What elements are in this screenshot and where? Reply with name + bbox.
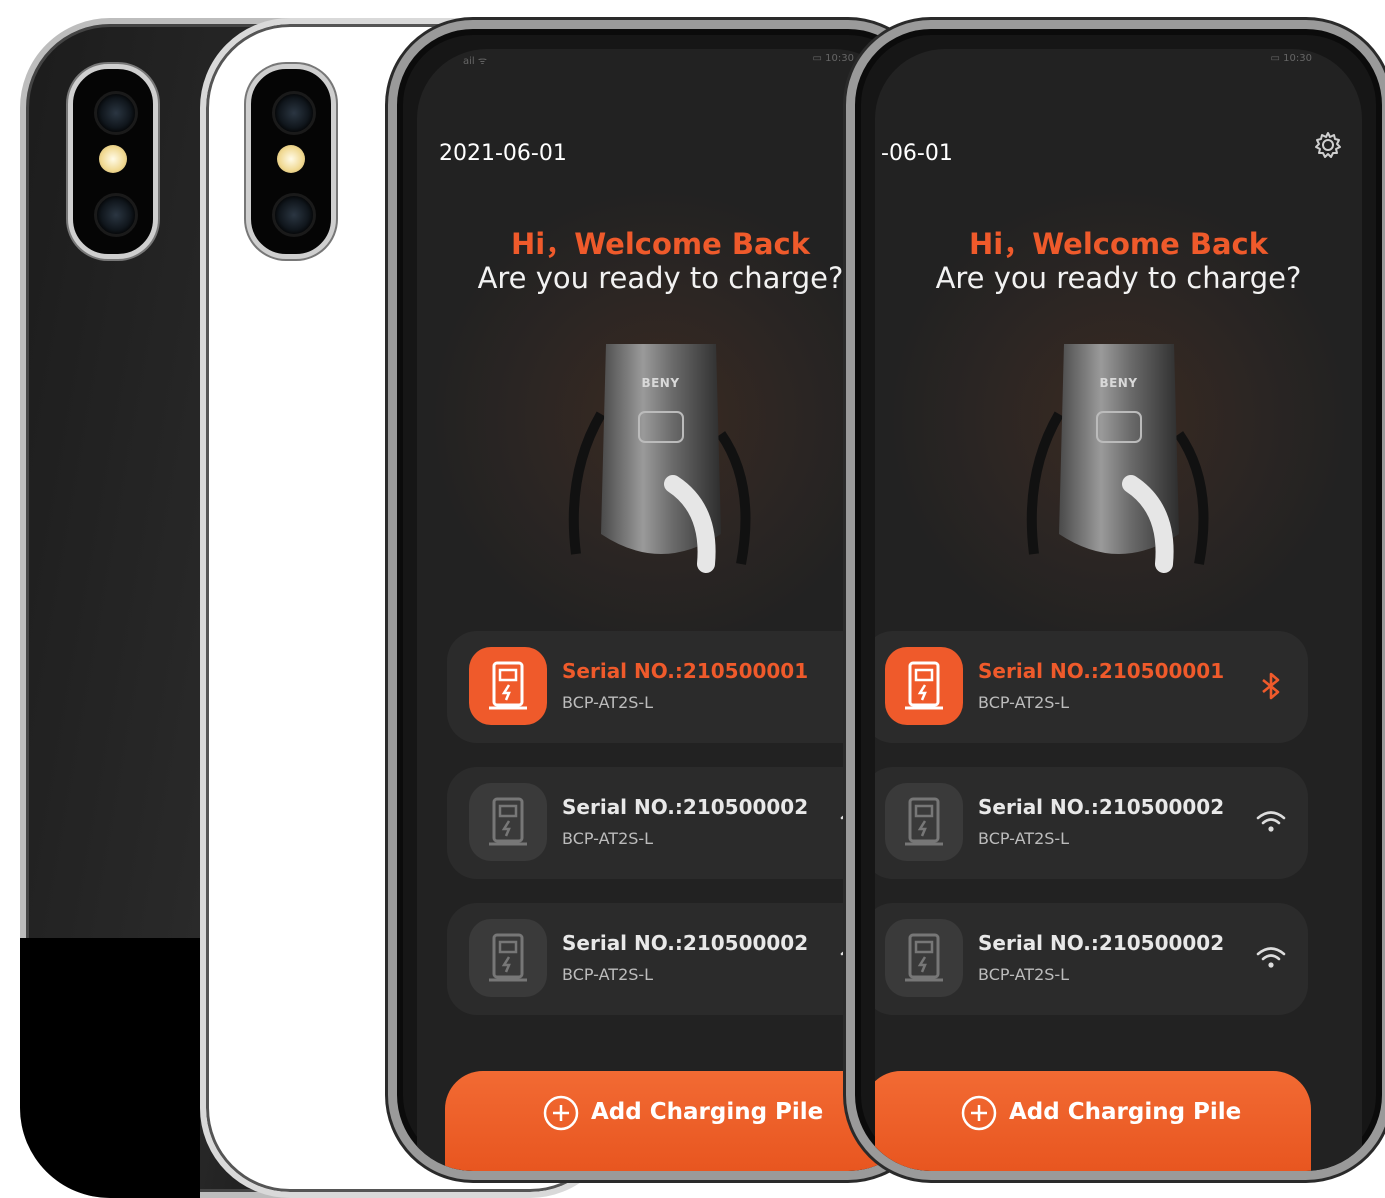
greeting-subtitle: Are you ready to charge?	[935, 261, 1302, 295]
device-card[interactable]: Serial NO.:210500002 BCP-AT2S-L	[447, 903, 892, 1015]
camera-lens-icon	[94, 193, 138, 237]
phone-front-2: ail ᯤ ▭ 10:30 -06-01 Hi，Welcome Back Are…	[846, 20, 1385, 1180]
device-card[interactable]: Serial NO.:210500002 BCP-AT2S-L	[875, 903, 1308, 1015]
charging-pile-icon	[489, 797, 527, 846]
device-icon-box	[885, 919, 963, 997]
charger-image: BENY	[1019, 334, 1219, 594]
device-model: BCP-AT2S-L	[562, 693, 654, 712]
greeting-subtitle: Are you ready to charge?	[477, 261, 844, 295]
flash-icon	[277, 145, 305, 173]
date-label: 2021-06-01	[439, 141, 567, 166]
device-model: BCP-AT2S-L	[978, 965, 1070, 984]
camera-lens-icon	[272, 91, 316, 135]
greeting-title: Hi，Welcome Back	[968, 227, 1269, 261]
wifi-icon	[1256, 811, 1286, 832]
device-serial: Serial NO.:210500002	[978, 931, 1225, 955]
device-model: BCP-AT2S-L	[562, 829, 654, 848]
device-model: BCP-AT2S-L	[978, 693, 1070, 712]
ev-charger-icon	[568, 344, 750, 573]
camera-lens-icon	[272, 193, 316, 237]
camera-lens-icon	[94, 91, 138, 135]
date-label: -06-01	[881, 141, 953, 166]
plus-circle-icon	[543, 1095, 579, 1131]
bluetooth-icon	[1262, 672, 1280, 700]
camera-module	[246, 64, 336, 259]
device-icon-box	[885, 783, 963, 861]
settings-gear-icon[interactable]	[1312, 129, 1344, 161]
device-serial: Serial NO.:210500002	[562, 931, 809, 955]
camera-module	[68, 64, 158, 259]
plus-circle-icon	[961, 1095, 997, 1131]
charging-pile-icon	[489, 933, 527, 982]
charging-pile-icon	[905, 797, 943, 846]
charging-pile-icon	[905, 661, 943, 710]
status-bar: ail ᯤ ▭ 10:30	[875, 49, 1362, 71]
device-icon-box	[469, 919, 547, 997]
device-icon-box	[885, 647, 963, 725]
device-card[interactable]: Serial NO.:210500002 BCP-AT2S-L	[447, 767, 892, 879]
wifi-icon	[1256, 947, 1286, 968]
charger-brand-logo: BENY	[641, 376, 680, 390]
status-bar: ail ᯤ ▭ 10:30	[417, 49, 904, 71]
device-serial: Serial NO.:210500001	[562, 659, 809, 683]
add-button-label: Add Charging Pile	[591, 1099, 824, 1125]
device-card[interactable]: Serial NO.:210500001 BCP-AT2S-L	[447, 631, 892, 743]
ev-charger-icon	[1026, 344, 1208, 573]
charger-brand-logo: BENY	[1099, 376, 1138, 390]
signal-status: ail ᯤ	[463, 56, 487, 67]
device-card[interactable]: Serial NO.:210500001 BCP-AT2S-L	[875, 631, 1308, 743]
battery-time-status: ▭ 10:30	[1270, 53, 1312, 64]
app-screen: ail ᯤ ▭ 10:30 2021-06-01 Hi，Welcome Back…	[417, 49, 904, 1171]
charging-pile-icon	[905, 933, 943, 982]
add-button-label: Add Charging Pile	[1009, 1099, 1242, 1125]
device-icon-box	[469, 783, 547, 861]
add-charging-pile-button[interactable]: Add Charging Pile	[445, 1071, 893, 1171]
add-charging-pile-button[interactable]: Add Charging Pile	[875, 1071, 1311, 1171]
signal-status: ail ᯤ	[879, 56, 903, 67]
battery-time-status: ▭ 10:30	[812, 53, 854, 64]
greeting-title: Hi，Welcome Back	[510, 227, 811, 261]
device-card[interactable]: Serial NO.:210500002 BCP-AT2S-L	[875, 767, 1308, 879]
device-model: BCP-AT2S-L	[562, 965, 654, 984]
app-screen: ail ᯤ ▭ 10:30 -06-01 Hi，Welcome Back Are…	[875, 49, 1362, 1171]
device-serial: Serial NO.:210500002	[562, 795, 809, 819]
device-model: BCP-AT2S-L	[978, 829, 1070, 848]
flash-icon	[99, 145, 127, 173]
device-icon-box	[469, 647, 547, 725]
charger-image: BENY	[561, 334, 761, 594]
charging-pile-icon	[489, 661, 527, 710]
device-serial: Serial NO.:210500002	[978, 795, 1225, 819]
device-serial: Serial NO.:210500001	[978, 659, 1225, 683]
